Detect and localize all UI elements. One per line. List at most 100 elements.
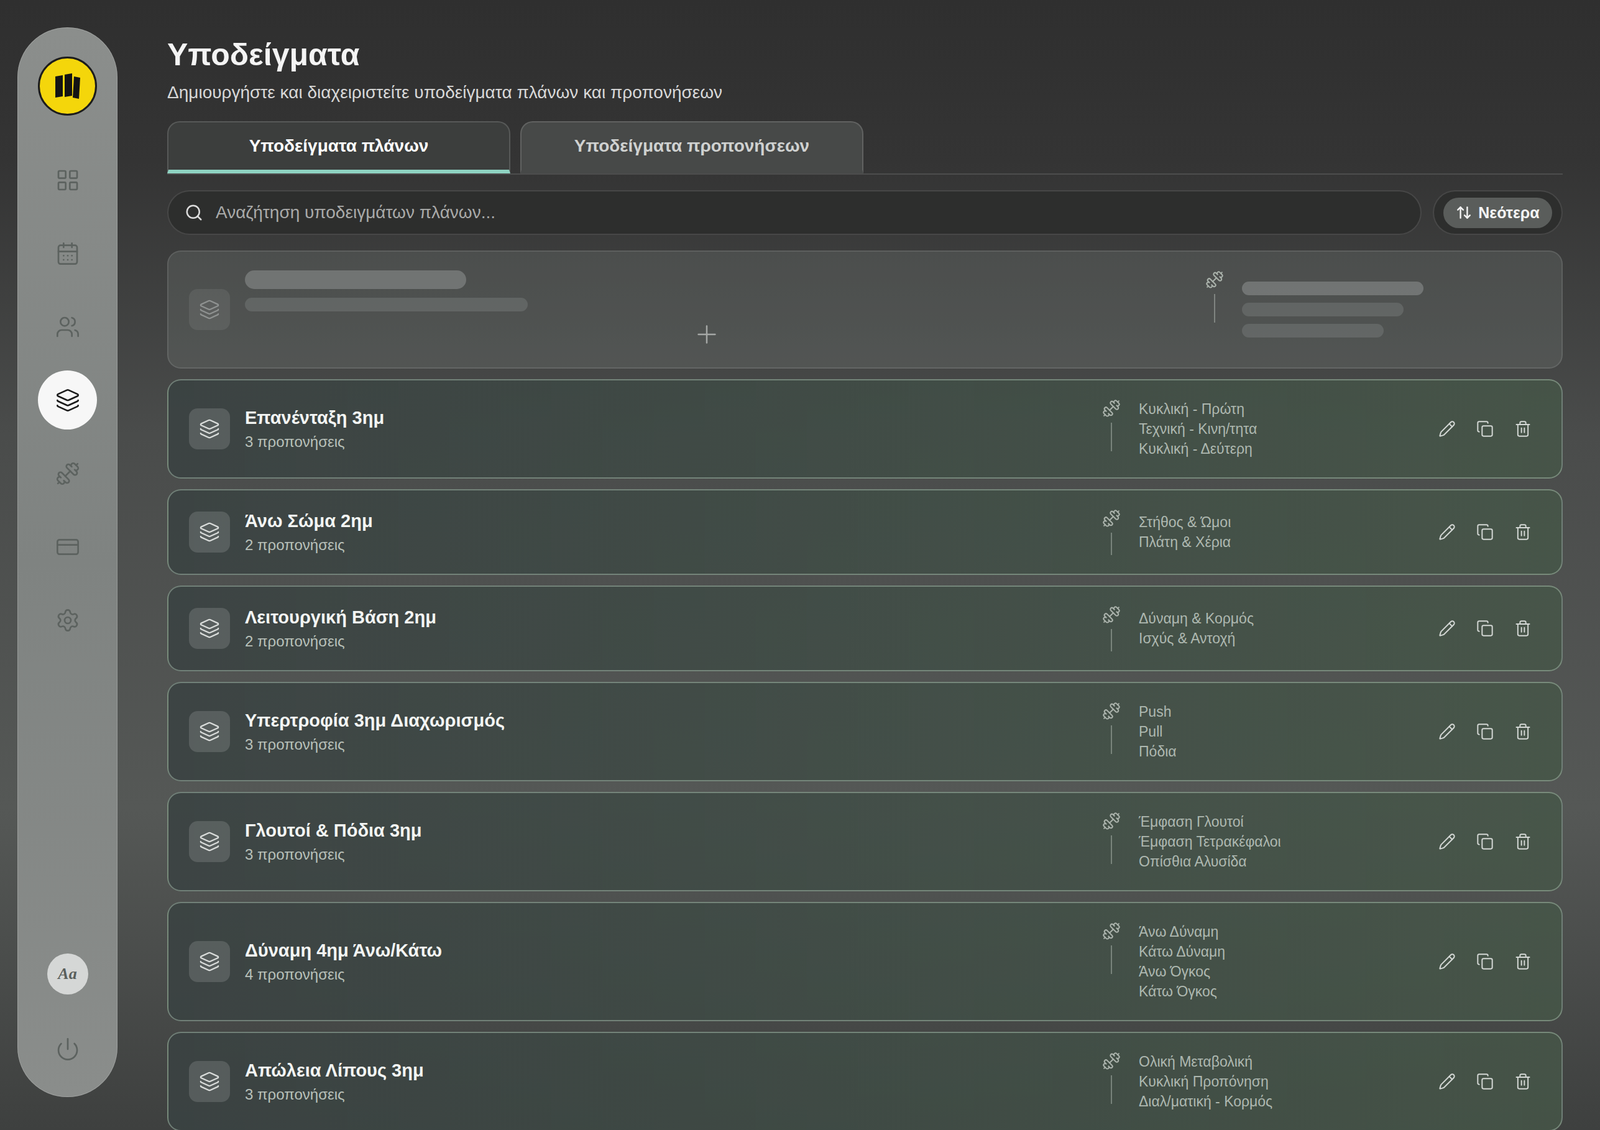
copy-icon	[1476, 1072, 1494, 1091]
main-content: ΥποδείγματαΔημιουργήστε και διαχειριστεί…	[117, 0, 1600, 1130]
tab[interactable]: Υποδείγματα πλάνων	[167, 121, 511, 174]
template-row[interactable]: Απώλεια Λίπους 3ημ3 προπονήσειςΟλική Μετ…	[167, 1031, 1563, 1130]
dumbbell-icon	[1102, 921, 1121, 941]
edit-button[interactable]	[1433, 827, 1461, 856]
users-icon	[55, 314, 81, 340]
grid-icon	[55, 167, 81, 193]
workout-list: PushPullΠόδια	[1138, 701, 1419, 762]
delete-button[interactable]	[1509, 717, 1537, 746]
dumbbell-icon	[1102, 1051, 1121, 1071]
edit-button[interactable]	[1433, 1067, 1461, 1096]
logo[interactable]	[37, 56, 97, 116]
edit-button[interactable]	[1433, 415, 1461, 443]
link-line	[1110, 945, 1113, 975]
sidebar-item-settings[interactable]	[37, 590, 97, 650]
search-field[interactable]	[167, 190, 1422, 235]
sidebar-item-clients[interactable]	[37, 297, 97, 357]
template-name: Απώλεια Λίπους 3ημ	[244, 1059, 1085, 1082]
template-row[interactable]: Άνω Σώμα 2ημ2 προπονήσειςΣτήθος & ΏμοιΠλ…	[167, 489, 1563, 575]
row-actions	[1433, 415, 1537, 443]
dumbbell-icon	[1205, 270, 1224, 290]
workout-item: Άνω Όγκος	[1138, 961, 1419, 982]
duplicate-button[interactable]	[1471, 415, 1499, 443]
template-name: Επανένταξη 3ημ	[244, 406, 1085, 429]
delete-button[interactable]	[1509, 415, 1537, 443]
template-row[interactable]: Επανένταξη 3ημ3 προπονήσειςΚυκλική - Πρώ…	[167, 379, 1563, 479]
layers-icon	[198, 951, 221, 973]
font-size-button[interactable]: Aa	[47, 953, 89, 995]
template-name: Υπερτροφία 3ημ Διαχωρισμός	[244, 709, 1085, 732]
duplicate-button[interactable]	[1471, 717, 1499, 746]
dumbbell-icon	[1102, 605, 1121, 625]
workout-item: Πλάτη & Χέρια	[1138, 532, 1419, 552]
template-icon-box	[188, 941, 230, 983]
template-row[interactable]: Δύναμη 4ημ Άνω/Κάτω4 προπονήσειςΆνω Δύνα…	[167, 901, 1563, 1022]
workout-count: 2 προπονήσεις	[244, 632, 1085, 651]
template-icon-box	[188, 711, 230, 753]
template-icon-box	[188, 511, 230, 553]
workout-item: Τεχνική - Κινη/τητα	[1138, 418, 1419, 439]
workout-count: 4 προπονήσεις	[244, 965, 1085, 984]
template-row[interactable]: Γλουτοί & Πόδια 3ημ3 προπονήσειςΈμφαση Γ…	[167, 791, 1563, 892]
link-line	[1213, 294, 1216, 323]
link-line	[1110, 422, 1113, 452]
workout-item: Κυκλική - Δεύτερη	[1138, 438, 1419, 459]
template-row[interactable]: Λειτουργική Βάση 2ημ 2 προπονήσεις Δύναμη …	[167, 585, 1563, 672]
dumbbell-icon	[1102, 701, 1121, 721]
pencil-icon	[1438, 523, 1456, 541]
row-actions	[1433, 614, 1537, 643]
edit-button[interactable]	[1433, 947, 1461, 976]
create-template-card[interactable]	[167, 250, 1563, 369]
layers-icon	[198, 721, 221, 743]
dumbbell-icon	[1102, 811, 1121, 831]
delete-button[interactable]	[1509, 947, 1537, 976]
sidebar-item-dashboard[interactable]	[37, 150, 97, 210]
delete-button[interactable]	[1509, 614, 1537, 643]
duplicate-button[interactable]	[1471, 614, 1499, 643]
workout-list: Ολική ΜεταβολικήΚυκλική ΠροπόνησηΔιαλ/μα…	[1138, 1051, 1419, 1112]
sort-button[interactable]: Νεότερα	[1443, 197, 1552, 229]
template-name: Λειτουργική Βάση 2ημ	[244, 606, 1085, 629]
pencil-icon	[1438, 619, 1456, 638]
edit-button[interactable]	[1433, 717, 1461, 746]
trash-icon	[1514, 722, 1532, 741]
duplicate-button[interactable]	[1471, 518, 1499, 546]
logo-icon	[50, 68, 86, 104]
duplicate-button[interactable]	[1471, 827, 1499, 856]
copy-icon	[1476, 420, 1494, 438]
template-icon-box	[188, 289, 230, 331]
edit-button[interactable]	[1433, 614, 1461, 643]
tab[interactable]: Υποδείγματα προπονήσεων	[520, 121, 864, 174]
template-row[interactable]: Υπερτροφία 3ημ Διαχωρισμός3 προπονήσειςP…	[167, 681, 1563, 782]
workout-item: Ολική Μεταβολική	[1138, 1051, 1419, 1072]
link-line	[1110, 725, 1113, 755]
dumbbell-icon	[1102, 399, 1121, 418]
template-icon-box	[188, 607, 230, 649]
edit-button[interactable]	[1433, 518, 1461, 546]
delete-button[interactable]	[1509, 827, 1537, 856]
row-actions	[1433, 717, 1537, 746]
duplicate-button[interactable]	[1471, 947, 1499, 976]
copy-icon	[1476, 952, 1494, 971]
sidebar-item-exercises[interactable]	[37, 443, 97, 503]
delete-button[interactable]	[1509, 518, 1537, 546]
workout-item: Διαλ/ματική - Κορμός	[1138, 1091, 1419, 1112]
layers-icon	[198, 617, 221, 640]
workout-item: Δύναμη & Κορμός	[1138, 608, 1419, 629]
workout-item: Οπίσθια Αλυσίδα	[1138, 851, 1419, 872]
workout-item: Έμφαση Γλουτοί	[1138, 811, 1419, 832]
duplicate-button[interactable]	[1471, 1067, 1499, 1096]
template-name: Γλουτοί & Πόδια 3ημ	[244, 819, 1085, 842]
logout-button[interactable]	[47, 1028, 89, 1070]
row-actions	[1433, 1067, 1537, 1096]
template-name: Άνω Σώμα 2ημ	[244, 509, 1085, 533]
search-input[interactable]	[214, 202, 1405, 224]
template-icon-box	[188, 1061, 230, 1103]
sidebar: Aa	[17, 27, 118, 1098]
link-line	[1110, 532, 1113, 556]
delete-button[interactable]	[1509, 1067, 1537, 1096]
sidebar-item-billing[interactable]	[37, 517, 97, 577]
layers-icon	[198, 298, 221, 321]
sidebar-item-calendar[interactable]	[37, 223, 97, 283]
sidebar-item-templates[interactable]	[37, 370, 97, 430]
